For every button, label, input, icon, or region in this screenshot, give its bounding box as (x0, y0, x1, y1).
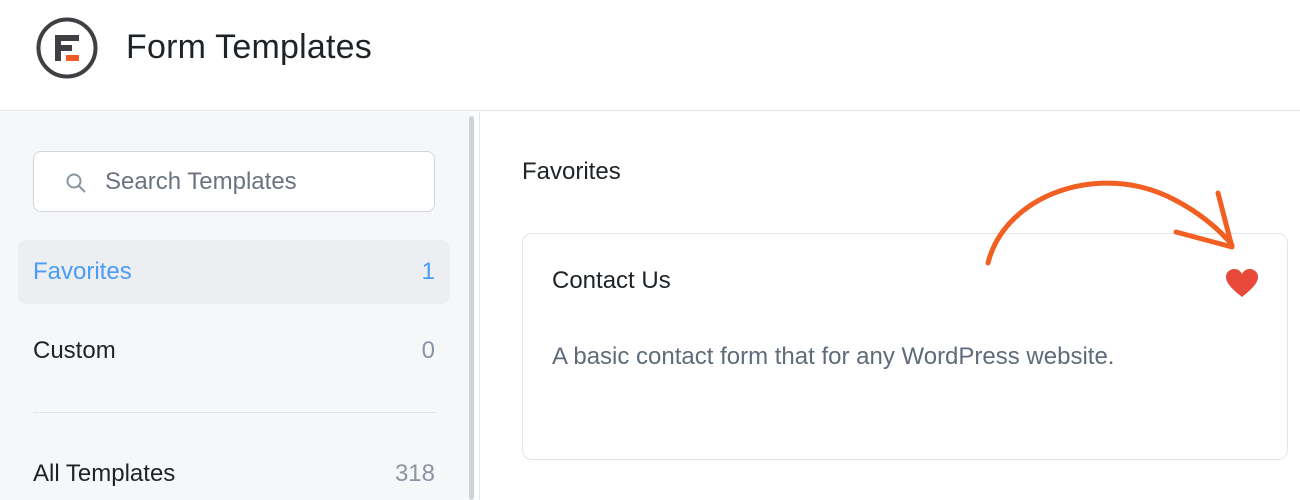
sidebar-item-label: Custom (33, 337, 116, 364)
template-card[interactable]: Contact Us A basic contact form that for… (522, 233, 1288, 460)
sidebar-item-favorites[interactable]: Favorites 1 (18, 240, 450, 304)
search-icon (66, 173, 86, 193)
page-title: Form Templates (126, 28, 372, 66)
panel-divider (479, 112, 480, 500)
card-title: Contact Us (552, 267, 671, 294)
sidebar-item-custom[interactable]: Custom 0 (18, 319, 450, 383)
sidebar-item-count: 0 (421, 337, 435, 364)
search-input[interactable]: Search Templates (33, 151, 435, 212)
sidebar-item-label: Favorites (33, 258, 132, 285)
header: Form Templates (0, 0, 1300, 111)
sidebar-item-count: 318 (394, 460, 435, 487)
search-placeholder: Search Templates (105, 168, 297, 195)
sidebar-item-all-templates[interactable]: All Templates 318 (18, 442, 450, 500)
heart-icon[interactable] (1225, 268, 1259, 298)
sidebar-scrollbar[interactable] (469, 116, 474, 500)
sidebar-item-count: 1 (421, 258, 435, 285)
section-title: Favorites (522, 158, 621, 185)
sidebar-item-label: All Templates (33, 460, 176, 487)
formidable-logo-icon[interactable] (36, 17, 98, 79)
card-description: A basic contact form that for any WordPr… (552, 343, 1115, 370)
sidebar-divider (33, 412, 435, 413)
